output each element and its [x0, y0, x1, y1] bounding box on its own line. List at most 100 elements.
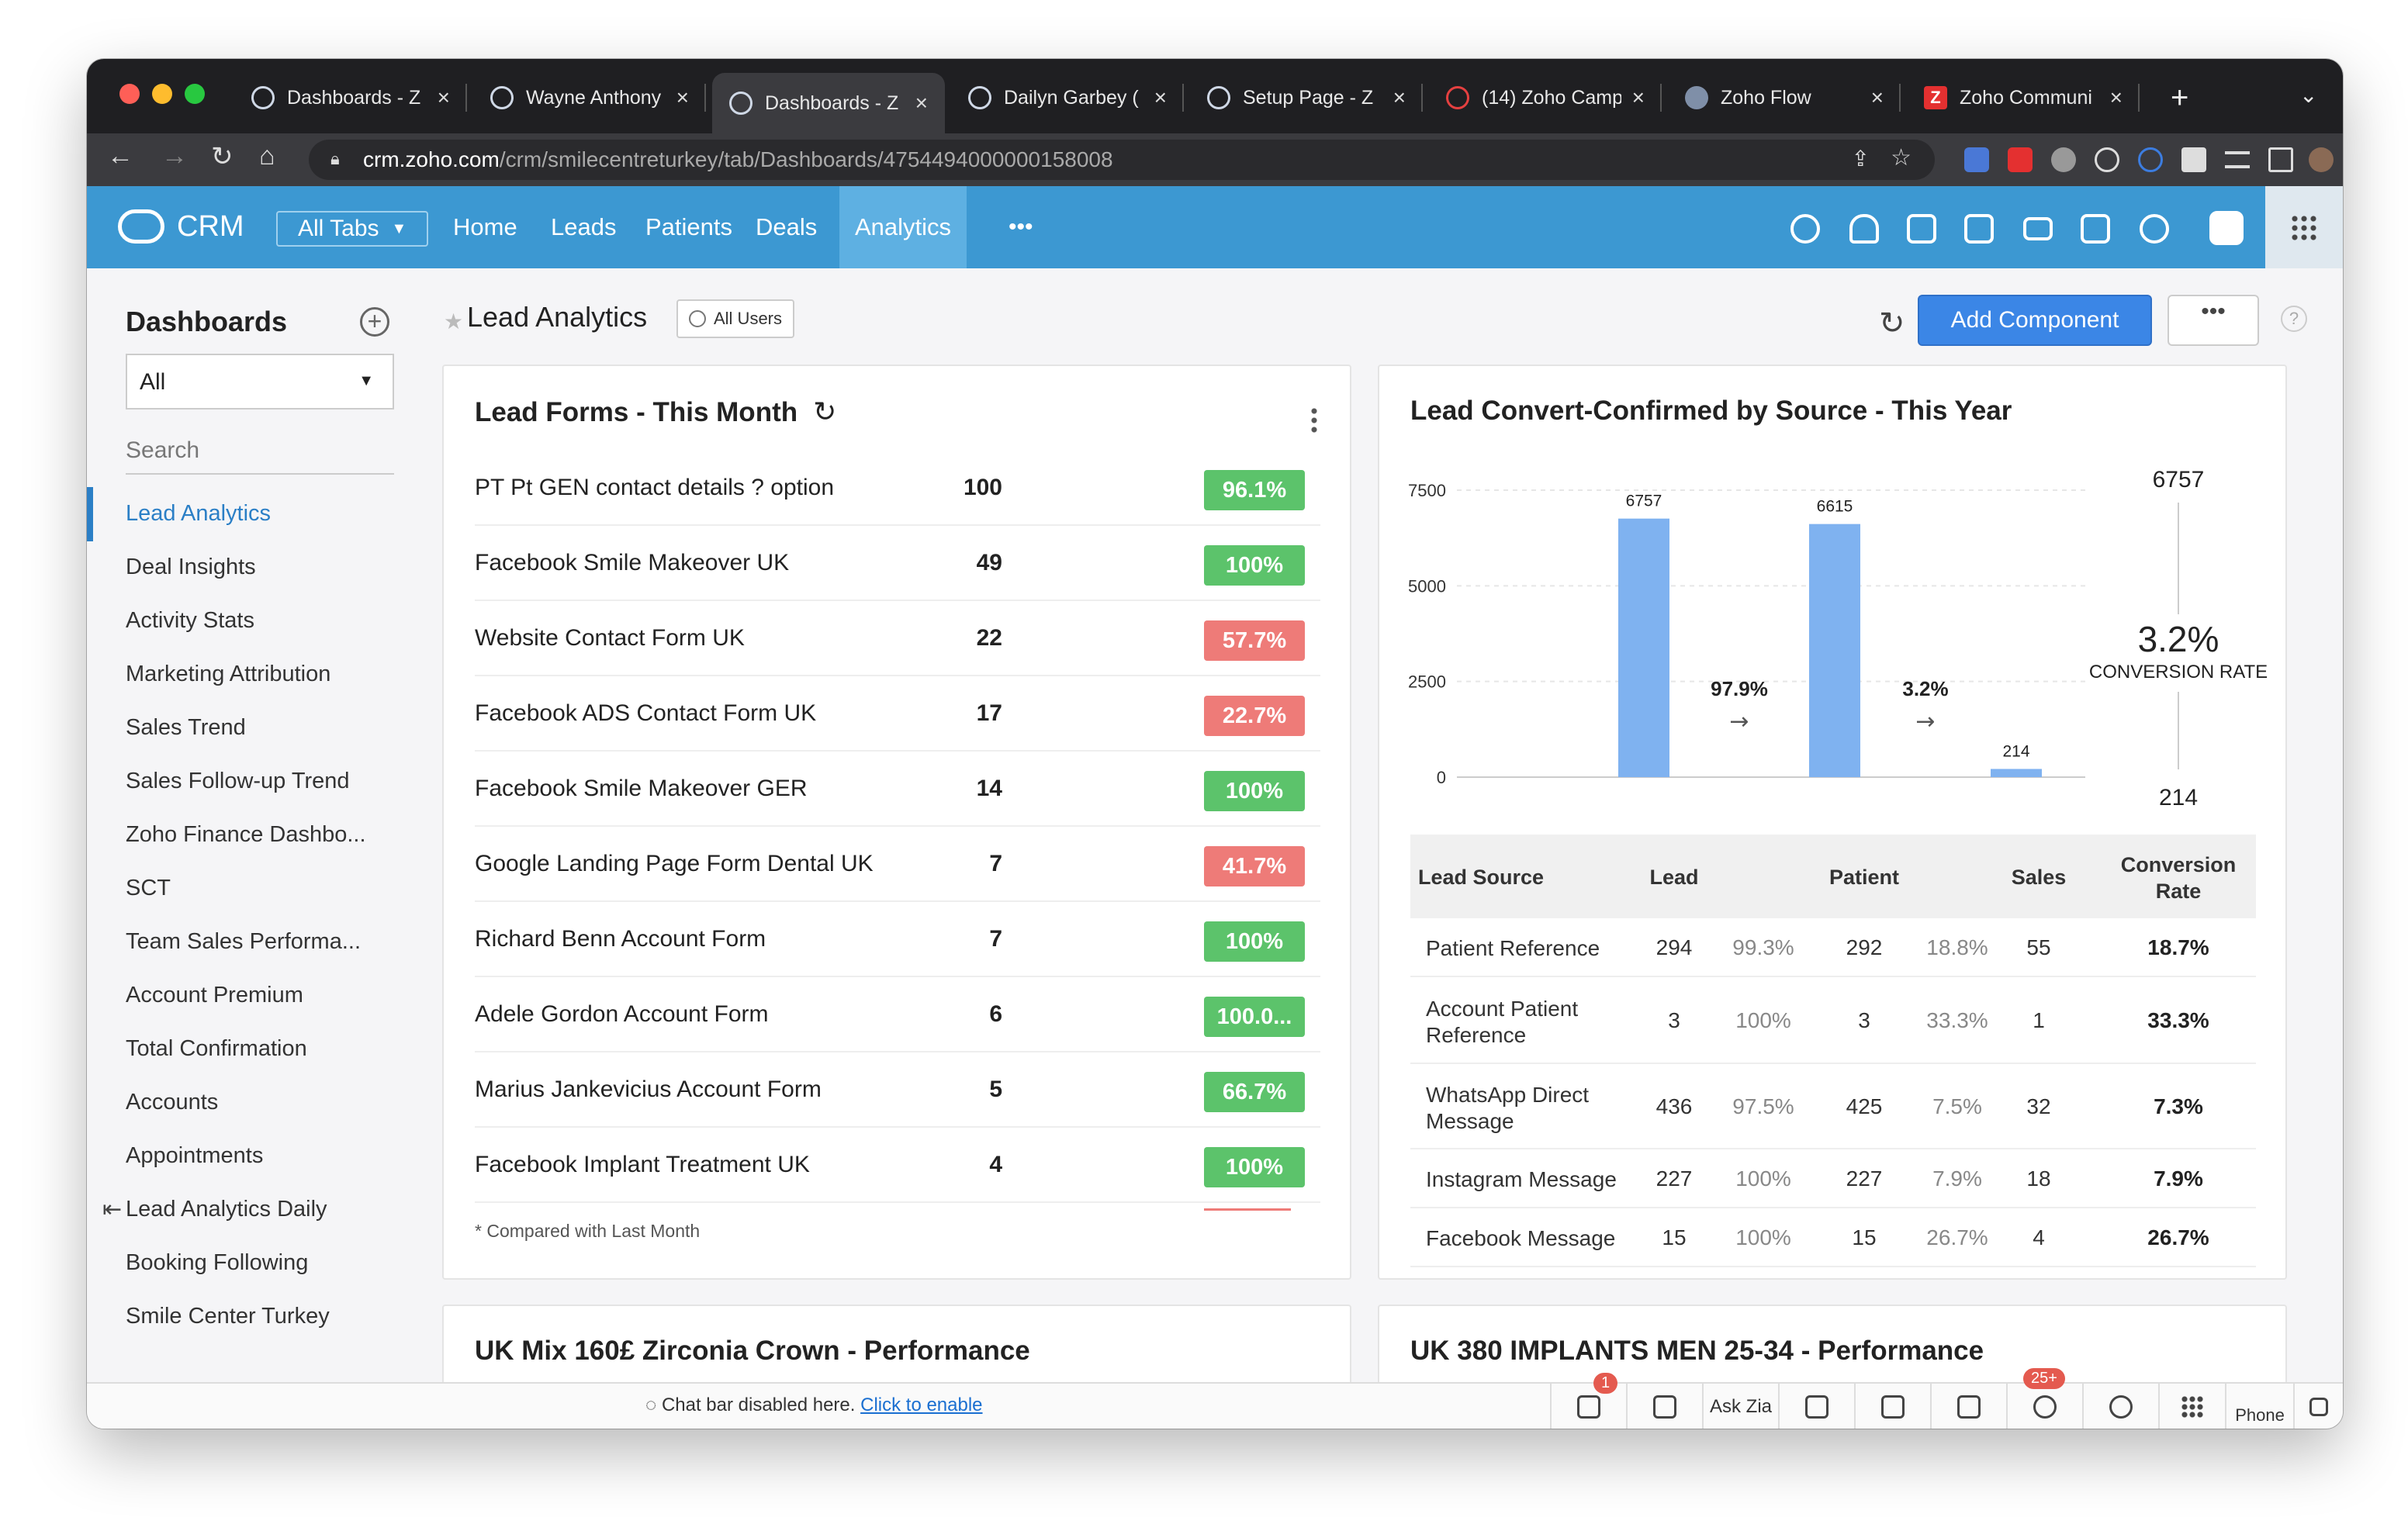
chevron-down-icon[interactable]: ⌄	[2299, 82, 2317, 108]
nav-tab-leads[interactable]: Leads	[535, 186, 631, 268]
refresh-icon[interactable]: ↻	[813, 396, 836, 427]
nav-tab-analytics[interactable]: Analytics	[839, 186, 967, 268]
table-row[interactable]: Marius Jankevicius Account Form 5 66.7%	[475, 1053, 1320, 1128]
reading-list-icon[interactable]	[2225, 151, 2250, 168]
sync-icon[interactable]	[1854, 1384, 1930, 1429]
phone-button[interactable]: Phone	[2225, 1384, 2293, 1429]
table-row[interactable]: Adele Gordon Account Form 6 100.0...	[475, 978, 1320, 1052]
sidebar-item[interactable]: Appointments	[126, 1143, 263, 1169]
browser-tab[interactable]: Dashboards - Z ×	[712, 73, 945, 133]
close-tab-icon[interactable]: ×	[1632, 85, 1645, 110]
table-row[interactable]: Website Contact Form UK 22 57.7%	[475, 602, 1320, 676]
sidebar-item[interactable]: Account Premium	[126, 983, 303, 1008]
table-row[interactable]: Patient Reference 294 99.3% 292 18.8% 55 18.7%	[1410, 918, 2256, 977]
profile-avatar[interactable]	[2309, 147, 2334, 172]
close-tab-icon[interactable]: ×	[1154, 85, 1167, 110]
sidebar-item[interactable]: Sales Follow-up Trend	[126, 769, 350, 794]
browser-tab[interactable]: Z Zoho Communi ×	[1907, 73, 2140, 123]
table-row[interactable]: PT Pt GEN contact details ? option 100 96.…	[475, 451, 1320, 526]
marketplace-icon[interactable]	[2081, 214, 2110, 244]
close-tab-icon[interactable]: ×	[915, 91, 928, 116]
sidebar-item[interactable]: Deal Insights	[126, 555, 256, 580]
zia-icon[interactable]	[1930, 1384, 2006, 1429]
maximize-window-button[interactable]	[185, 84, 205, 104]
dashboard-search-input[interactable]: Search	[126, 431, 394, 475]
enable-chat-link[interactable]: Click to enable	[860, 1394, 982, 1415]
sidebar-item[interactable]: Sales Trend	[126, 715, 246, 741]
browser-tab[interactable]: Wayne Anthony ×	[473, 73, 706, 123]
table-row[interactable]: Facebook Message 15 100% 15 26.7% 4 26.7%	[1410, 1208, 2256, 1267]
browser-tab[interactable]: Zoho Flow ×	[1668, 73, 1901, 123]
sidebar-item[interactable]: Activity Stats	[126, 608, 254, 634]
sidebar-item[interactable]: Smile Center Turkey	[126, 1304, 330, 1329]
url-bar[interactable]: 🔒︎ crm.zoho.com/crm/smilecentreturkey/ta…	[309, 140, 1935, 180]
favorite-star-icon[interactable]: ★	[444, 309, 463, 334]
sidebar-item[interactable]: Lead Analytics Daily	[126, 1197, 327, 1222]
table-row[interactable]: Richard Benn Account Form 7 100%	[475, 903, 1320, 977]
table-row[interactable]: Facebook Implant Treatment UK 4 100%	[475, 1128, 1320, 1203]
add-dashboard-icon[interactable]: +	[360, 307, 389, 337]
sidebar-item[interactable]: Lead Analytics	[126, 501, 271, 527]
gear-icon[interactable]	[2140, 214, 2169, 244]
card-menu-icon[interactable]	[1311, 406, 1317, 433]
sidebar-item[interactable]: Zoho Finance Dashbo...	[126, 822, 366, 848]
minimize-window-button[interactable]	[152, 84, 172, 104]
browser-tab[interactable]: Dashboards - Z ×	[234, 73, 467, 123]
more-options-button[interactable]: •••	[2168, 295, 2259, 346]
table-row[interactable]: Facebook Smile Makeover UK 49 100%	[475, 527, 1320, 601]
table-row[interactable]: WhatsApp Direct Message 436 97.5% 425 7.5% 32…	[1410, 1064, 2256, 1149]
browser-tab[interactable]: Dailyn Garbey (×	[951, 73, 1184, 123]
sidebar-item[interactable]: SCT	[126, 876, 171, 901]
bell-icon[interactable]	[1849, 214, 1879, 244]
forward-icon[interactable]: →	[161, 141, 188, 171]
zoho-extension-icon[interactable]	[2008, 147, 2033, 172]
sidebar-item[interactable]: Total Confirmation	[126, 1036, 307, 1062]
globe-extension-icon[interactable]	[2051, 147, 2076, 172]
close-tab-icon[interactable]: ×	[438, 85, 450, 110]
table-row[interactable]: Instagram Message 227 100% 227 7.9% 18 7.9%	[1410, 1149, 2256, 1208]
table-row[interactable]: Facebook ADS Contact Form UK 17 22.7%	[475, 677, 1320, 752]
puzzle-icon[interactable]	[2181, 147, 2206, 172]
more-tabs-button[interactable]: •••	[993, 186, 1049, 268]
add-component-button[interactable]: Add Component	[1918, 295, 2152, 346]
activity-icon[interactable]	[1778, 1384, 1854, 1429]
share-icon[interactable]: ⇪	[1852, 146, 1870, 171]
new-tab-button[interactable]: +	[2171, 81, 2188, 116]
all-users-button[interactable]: All Users	[676, 299, 795, 338]
notes-icon[interactable]	[2293, 1384, 2343, 1429]
org-avatar[interactable]	[2209, 211, 2244, 245]
help-icon[interactable]: ?	[2281, 306, 2307, 332]
dialpad-icon[interactable]	[2158, 1384, 2225, 1429]
collapse-sidebar-icon[interactable]: ⇤	[102, 1196, 122, 1223]
close-tab-icon[interactable]: ×	[2110, 85, 2123, 110]
search-icon[interactable]	[1790, 214, 1820, 244]
all-tabs-dropdown[interactable]: All Tabs ▼	[276, 211, 429, 247]
table-row[interactable]: Google Landing Page Form Dental UK 7 41.7%	[475, 828, 1320, 902]
sidebar-item[interactable]: Booking Following	[126, 1250, 308, 1276]
nav-tab-home[interactable]: Home	[438, 186, 533, 268]
create-record-icon[interactable]	[1907, 214, 1936, 244]
mail-icon[interactable]	[2023, 217, 2053, 240]
back-icon[interactable]: ←	[107, 141, 133, 171]
refresh-icon[interactable]: ↻	[1879, 306, 1905, 341]
crm-logo[interactable]: CRM	[118, 209, 244, 244]
app-launcher[interactable]	[2265, 186, 2343, 268]
sidepanel-icon[interactable]	[2268, 147, 2293, 172]
table-row[interactable]: Account Patient Reference 3 100% 3 33.3% 1 33.…	[1410, 977, 2256, 1064]
sidebar-item[interactable]: Accounts	[126, 1090, 218, 1115]
ask-zia-button[interactable]: Ask Zia	[1702, 1384, 1778, 1429]
translate-extension-icon[interactable]	[1964, 147, 1989, 172]
sync-extension-icon[interactable]	[2138, 147, 2163, 172]
search-extension-icon[interactable]	[2095, 147, 2119, 172]
history-icon[interactable]	[2082, 1384, 2158, 1429]
alarm-clock-icon[interactable]	[2006, 1384, 2082, 1429]
sidebar-item[interactable]: Marketing Attribution	[126, 662, 330, 687]
close-tab-icon[interactable]: ×	[676, 85, 689, 110]
browser-tab[interactable]: (14) Zoho Camp ×	[1429, 73, 1662, 123]
home-icon[interactable]: ⌂	[259, 141, 275, 171]
nav-tab-patients[interactable]: Patients	[630, 186, 748, 268]
calendar-icon[interactable]	[1964, 214, 1994, 244]
close-tab-icon[interactable]: ×	[1393, 85, 1406, 110]
browser-tab[interactable]: Setup Page - Z ×	[1190, 73, 1423, 123]
megaphone-icon[interactable]	[1626, 1384, 1702, 1429]
